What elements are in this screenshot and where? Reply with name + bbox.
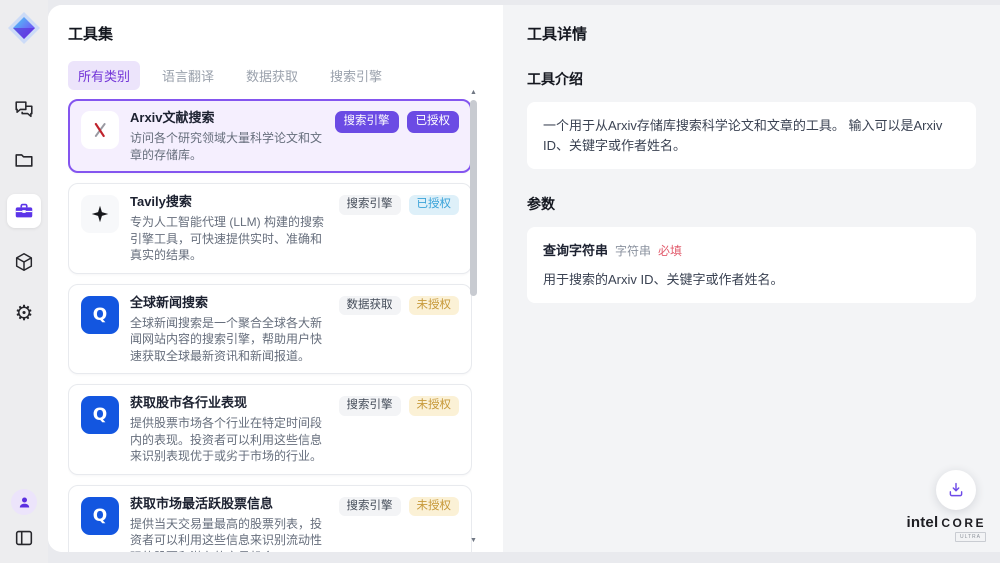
status-badge: 未授权 — [409, 396, 460, 416]
tool-description: 访问各个研究领域大量科学论文和文章的存储库。 — [130, 130, 324, 163]
download-button[interactable] — [936, 470, 976, 510]
tool-description: 全球新闻搜索是一个聚合全球各大新闻网站内容的搜索引擎，帮助用户快速获取全球最新资… — [130, 315, 328, 365]
active-stocks-q-icon: Q — [81, 497, 119, 535]
tool-name: 获取股市各行业表现 — [130, 394, 328, 412]
intel-wordmark: intel — [906, 514, 938, 531]
tab-language-translation[interactable]: 语言翻译 — [152, 61, 224, 90]
status-badge: 已授权 — [407, 111, 460, 133]
user-avatar[interactable] — [11, 489, 37, 515]
page-title: 工具集 — [68, 23, 503, 44]
intro-card: 一个用于从Arxiv存储库搜索科学论文和文章的工具。 输入可以是Arxiv ID… — [527, 102, 976, 169]
ultra-badge: ULTRA — [955, 532, 986, 542]
tool-name: Arxiv文献搜索 — [130, 109, 324, 127]
folder-nav-icon[interactable] — [7, 143, 41, 177]
tool-detail-pane: 工具详情 工具介绍 一个用于从Arxiv存储库搜索科学论文和文章的工具。 输入可… — [503, 5, 1000, 552]
rail-nav: ⚙ — [7, 92, 41, 330]
toolbox-nav-icon[interactable] — [7, 194, 41, 228]
list-scrollbar[interactable]: ▲ ▼ — [469, 88, 478, 546]
stock-search-q-icon: Q — [81, 396, 119, 434]
category-badge: 搜索引擎 — [335, 111, 399, 133]
detail-title: 工具详情 — [527, 23, 976, 44]
scroll-down-icon[interactable]: ▼ — [469, 536, 478, 546]
tool-name: 全球新闻搜索 — [130, 294, 328, 312]
param-type: 字符串 — [615, 242, 651, 260]
tool-name: Tavily搜索 — [130, 193, 328, 211]
category-badge: 搜索引擎 — [339, 497, 401, 517]
scrollbar-thumb[interactable] — [470, 100, 477, 296]
param-description: 用于搜索的Arxiv ID、关键字或作者姓名。 — [543, 270, 960, 290]
main-window: 工具集 所有类别 语言翻译 数据获取 搜索引擎 Arxiv文献搜索 访问各个研究… — [48, 5, 1000, 552]
news-search-q-icon: Q — [81, 296, 119, 334]
app-logo-icon — [6, 10, 42, 46]
category-badge: 搜索引擎 — [339, 396, 401, 416]
tool-card-stock-sectors[interactable]: Q 获取股市各行业表现 提供股票市场各个行业在特定时间段内的表现。投资者可以利用… — [68, 384, 472, 475]
scroll-up-icon[interactable]: ▲ — [469, 88, 478, 98]
tool-list: Arxiv文献搜索 访问各个研究领域大量科学论文和文章的存储库。 搜索引擎 已授… — [68, 99, 472, 552]
cube-nav-icon[interactable] — [7, 245, 41, 279]
tool-description: 提供当天交易量最高的股票列表，投资者可以利用这些信息来识别流动性强的股票和潜在的… — [130, 516, 328, 553]
param-name: 查询字符串 — [543, 241, 608, 261]
tool-card-active-stocks[interactable]: Q 获取市场最活跃股票信息 提供当天交易量最高的股票列表，投资者可以利用这些信息… — [68, 485, 472, 553]
tool-card-arxiv[interactable]: Arxiv文献搜索 访问各个研究领域大量科学论文和文章的存储库。 搜索引擎 已授… — [68, 99, 472, 173]
collapse-sidebar-icon[interactable] — [11, 525, 37, 551]
category-badge: 搜索引擎 — [339, 195, 401, 215]
params-heading: 参数 — [527, 194, 976, 214]
category-tabs: 所有类别 语言翻译 数据获取 搜索引擎 — [68, 61, 503, 90]
tool-name: 获取市场最活跃股票信息 — [130, 495, 328, 513]
core-wordmark: core — [941, 516, 986, 530]
rail-bottom — [11, 489, 37, 563]
tab-search-engine[interactable]: 搜索引擎 — [320, 61, 392, 90]
left-rail: ⚙ — [0, 0, 48, 563]
tab-all-categories[interactable]: 所有类别 — [68, 61, 140, 90]
tool-description: 专为人工智能代理 (LLM) 构建的搜索引擎工具，可快速提供实时、准确和真实的结… — [130, 214, 328, 264]
category-badge: 数据获取 — [339, 296, 401, 316]
settings-gear-icon[interactable]: ⚙ — [7, 296, 41, 330]
arxiv-icon — [81, 111, 119, 149]
chat-nav-icon[interactable] — [7, 92, 41, 126]
tool-description: 提供股票市场各个行业在特定时间段内的表现。投资者可以利用这些信息来识别表现优于或… — [130, 415, 328, 465]
status-badge: 未授权 — [409, 497, 460, 517]
param-required-flag: 必填 — [658, 242, 682, 260]
intro-heading: 工具介绍 — [527, 69, 976, 89]
tool-card-global-news[interactable]: Q 全球新闻搜索 全球新闻搜索是一个聚合全球各大新闻网站内容的搜索引擎，帮助用户… — [68, 284, 472, 375]
tab-data-fetching[interactable]: 数据获取 — [236, 61, 308, 90]
intel-core-logo: intel core ULTRA — [906, 514, 986, 542]
tool-card-tavily[interactable]: Tavily搜索 专为人工智能代理 (LLM) 构建的搜索引擎工具，可快速提供实… — [68, 183, 472, 274]
param-card: 查询字符串 字符串 必填 用于搜索的Arxiv ID、关键字或作者姓名。 — [527, 227, 976, 303]
status-badge: 未授权 — [409, 296, 460, 316]
status-badge: 已授权 — [409, 195, 460, 215]
tool-list-pane: 工具集 所有类别 语言翻译 数据获取 搜索引擎 Arxiv文献搜索 访问各个研究… — [48, 5, 503, 552]
tavily-star-icon — [81, 195, 119, 233]
